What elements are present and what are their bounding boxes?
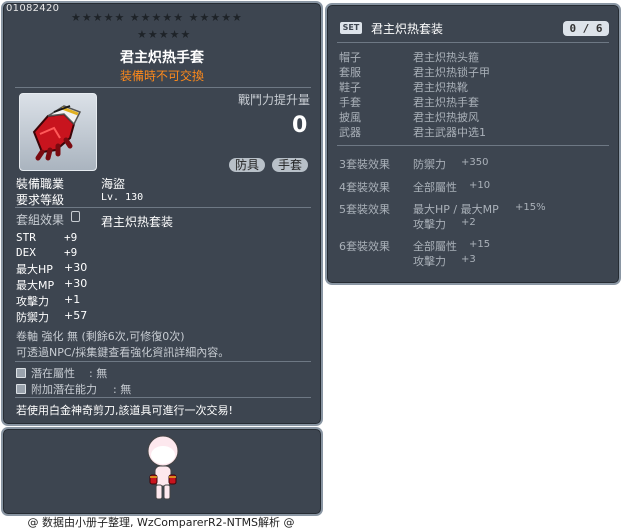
job-value: 海盜 [101, 177, 126, 191]
stat-value: +30 [64, 261, 88, 274]
set-counter: 0 / 6 [563, 21, 609, 36]
set-part-name: 君主炽热锁子甲 [413, 66, 490, 79]
level-value: Lv. 130 [101, 192, 144, 203]
power-label: 戰鬥力提升量 [238, 93, 311, 107]
set-part-name: 君主炽热头箍 [413, 51, 479, 64]
set-effect-name: 防禦力 [413, 158, 446, 171]
set-part-name: 君主炽热靴 [413, 81, 468, 94]
power-value: 0 [292, 113, 308, 138]
divider [337, 145, 609, 146]
set-effect-value: +2 [461, 217, 476, 228]
stat-label: 最大HP [16, 263, 53, 276]
stat-value: +30 [64, 277, 88, 290]
set-effect-name: 最大HP / 最大MP [413, 203, 499, 216]
set-part-slot: 武器 [339, 126, 361, 139]
divider [15, 361, 311, 362]
stat-label: STR [16, 231, 36, 244]
stat-label: 最大MP [16, 279, 55, 292]
additional-potential-value: : 無 [113, 383, 132, 396]
tag-category: 防具 [229, 158, 266, 172]
potential-value: : 無 [89, 367, 108, 380]
set-effect-name: 攻擊力 [413, 218, 446, 231]
divider [15, 397, 311, 398]
set-part-slot: 帽子 [339, 51, 361, 64]
stat-row: 攻擊力 +1 [16, 293, 80, 309]
set-part-name: 君主炽热披风 [413, 111, 479, 124]
divider [337, 42, 609, 43]
stat-label: 防禦力 [16, 311, 49, 324]
set-name: 君主炽热套装 [101, 215, 174, 229]
character-avatar [147, 435, 179, 500]
set-effect-name: 攻擊力 [413, 255, 446, 268]
untradeable-notice: 装備時不可交換 [119, 69, 204, 83]
stat-value: +1 [64, 293, 81, 306]
set-effect-value: +15 [469, 239, 491, 250]
stat-value: +9 [64, 231, 78, 244]
additional-potential-label: 附加潛在能力 [31, 383, 97, 396]
set-part-slot: 套服 [339, 66, 361, 79]
enhance-info: 卷軸 強化 無 (剩餘6次,可修復0次) [16, 330, 185, 343]
set-tier-label: 3套裝效果 [339, 158, 390, 171]
star-force-row-1: ★★★★★ ★★★★★ ★★★★★ [71, 11, 243, 24]
set-part-slot: 披風 [339, 111, 361, 124]
footer-credit: @ 数据由小册子整理, WzComparerR2-NTMS解析 @ [27, 516, 295, 529]
potential-label: 潛在屬性 [31, 367, 75, 380]
stat-value: +57 [64, 309, 88, 322]
item-name: 君主炽热手套 [120, 50, 204, 66]
set-effect-value: +15% [515, 202, 546, 213]
tag-subcategory: 手套 [272, 158, 309, 172]
stat-row: DEX +9 [16, 246, 77, 259]
divider [15, 207, 311, 208]
glove-item-icon [32, 105, 82, 161]
set-effect-value: +10 [469, 180, 491, 191]
item-icon-frame [19, 93, 97, 171]
level-label: 要求等級 [16, 193, 65, 207]
enhance-hint: 可透過NPC/採集鍵查看強化資訊詳細內容。 [16, 346, 230, 359]
set-effect-value: +350 [461, 157, 489, 168]
set-tier-label: 5套裝效果 [339, 203, 390, 216]
star-force-row-2: ★★★★★ [137, 28, 192, 41]
stat-row: STR +9 [16, 231, 77, 244]
set-effect-label: 套組效果 [16, 213, 65, 227]
stat-row: 最大MP +30 [16, 277, 87, 293]
item-tooltip-panel: 01082420 ★★★★★ ★★★★★ ★★★★★ ★★★★★ 君主炽热手套 … [1, 1, 323, 426]
job-label: 裝備職業 [16, 177, 65, 191]
item-id: 01082420 [6, 3, 60, 14]
set-badge-icon: SET [340, 22, 362, 34]
set-title: 君主炽热套装 [371, 22, 444, 36]
set-part-slot: 鞋子 [339, 81, 361, 94]
stat-row: 防禦力 +57 [16, 309, 87, 325]
potential-row: 潛在屬性 [16, 365, 75, 381]
divider [15, 87, 311, 88]
set-part-name: 君主武器中选1 [413, 126, 486, 139]
potential-box-icon [16, 368, 26, 378]
set-effect-name: 全部屬性 [413, 181, 457, 194]
set-tier-label: 6套裝效果 [339, 240, 390, 253]
set-effect-value: +3 [461, 254, 476, 265]
stat-label: 攻擊力 [16, 295, 49, 308]
stat-label: DEX [16, 246, 36, 259]
stat-value: +9 [64, 246, 78, 259]
additional-potential-row: 附加潛在能力 [16, 381, 97, 397]
set-effect-name: 全部屬性 [413, 240, 457, 253]
stat-row: 最大HP +30 [16, 261, 87, 277]
trade-hint: 若使用白金神奇剪刀,該道具可進行一次交易! [16, 404, 233, 417]
avatar-preview-panel [1, 427, 323, 516]
set-effect-panel: SET 君主炽热套装 0 / 6 帽子 君主炽热头箍 套服 君主炽热锁子甲 鞋子… [325, 3, 621, 285]
potential-box-icon [16, 384, 26, 394]
set-tier-label: 4套裝效果 [339, 181, 390, 194]
lock-icon [71, 211, 80, 222]
set-part-name: 君主炽热手套 [413, 96, 479, 109]
set-part-slot: 手套 [339, 96, 361, 109]
